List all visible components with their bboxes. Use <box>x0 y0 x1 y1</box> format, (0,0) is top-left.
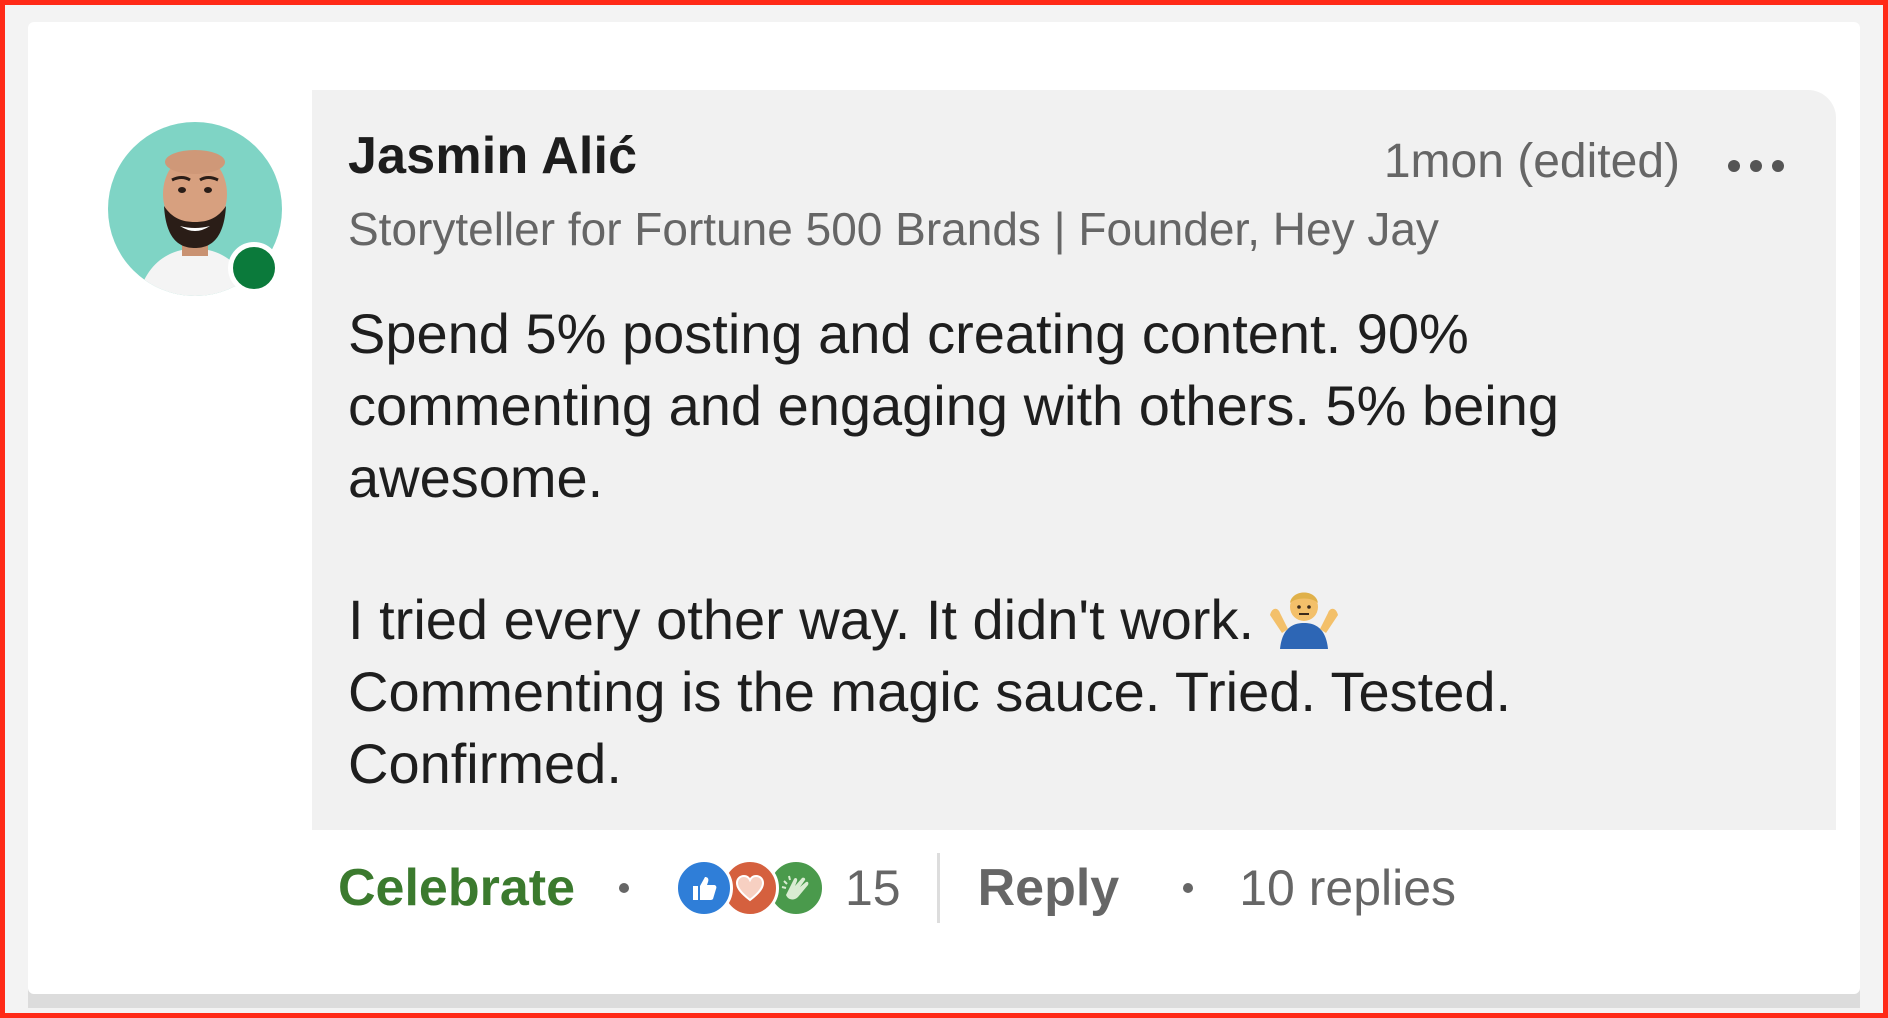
comment-action-bar: Celebrate 15 Reply 10 replies <box>338 848 1456 928</box>
comment-timestamp: 1mon (edited) <box>1383 135 1680 188</box>
celebrate-reaction-button[interactable]: Celebrate <box>338 858 575 918</box>
separator-dot <box>1183 883 1194 893</box>
author-headline: Storyteller for Fortune 500 Brands | Fou… <box>348 203 1439 255</box>
view-replies-link[interactable]: 10 replies <box>1239 859 1456 917</box>
comment-line: I tried every other way. It didn't work. <box>348 588 1255 651</box>
comment-body: Spend 5% posting and creating content. 9… <box>348 298 1788 800</box>
separator-dot <box>619 883 629 893</box>
like-icon <box>675 859 733 917</box>
comment-paragraph: I tried every other way. It didn't work. <box>348 584 1788 656</box>
author-avatar[interactable] <box>108 122 282 296</box>
more-options-icon[interactable] <box>1728 160 1784 172</box>
author-name[interactable]: Jasmin Alić <box>348 126 637 186</box>
comment-paragraph: Commenting is the magic sauce. Tried. Te… <box>348 660 1512 795</box>
person-shrugging-icon <box>1266 585 1342 649</box>
comment-bubble: Jasmin Alić 1mon (edited) Storyteller fo… <box>312 90 1836 830</box>
online-status-indicator <box>228 242 280 294</box>
reaction-count[interactable]: 15 <box>845 859 901 917</box>
vertical-divider <box>936 853 940 923</box>
reply-button[interactable]: Reply <box>978 858 1120 918</box>
comment-paragraph: Spend 5% posting and creating content. 9… <box>348 302 1559 509</box>
reactions-summary[interactable] <box>675 859 825 917</box>
